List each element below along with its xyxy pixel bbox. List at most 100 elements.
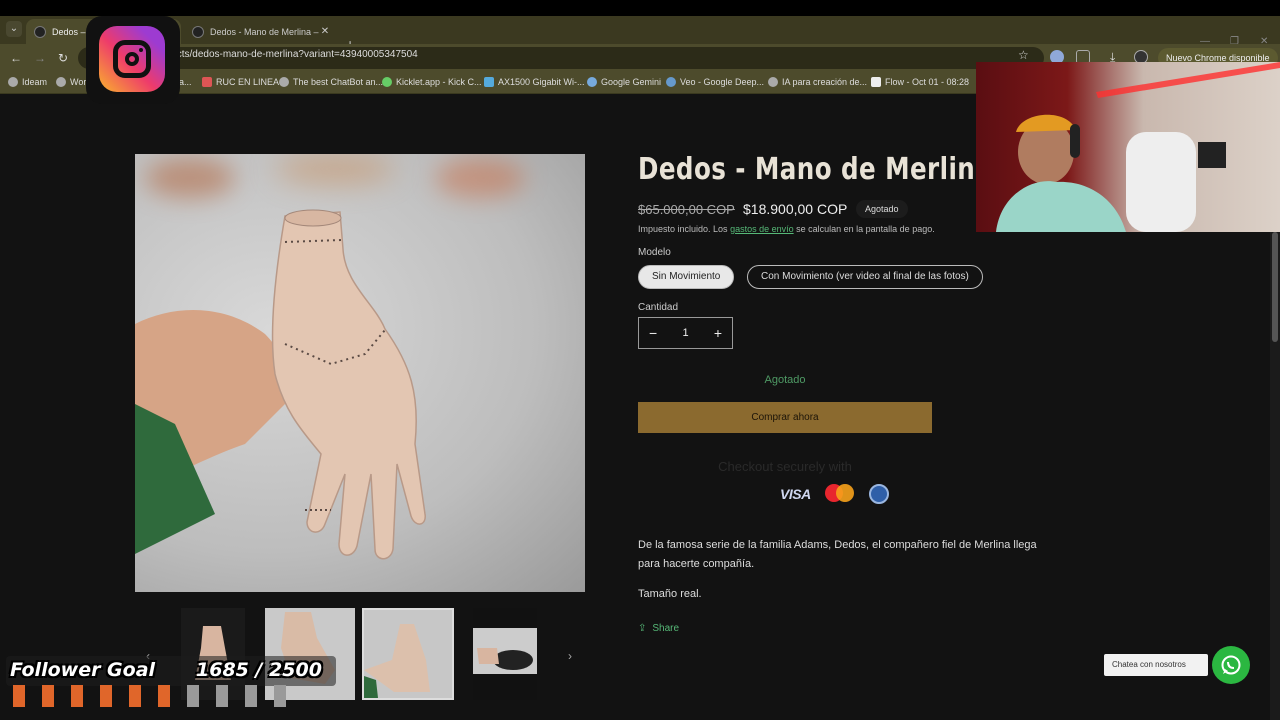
- price-original: $65.000,00 COP: [638, 202, 735, 217]
- bookmark-item[interactable]: The best ChatBot an...: [279, 77, 383, 87]
- favicon-icon: [34, 25, 46, 38]
- thumbnail-4[interactable]: [473, 608, 537, 700]
- goal-segment: [158, 685, 170, 707]
- webcam-overlay: [976, 62, 1280, 232]
- bookmark-star-icon[interactable]: ☆: [1018, 48, 1029, 62]
- tax-note-text: Impuesto incluido. Los: [638, 224, 731, 234]
- bookmark-item[interactable]: Ideam: [8, 77, 47, 87]
- bookmark-item[interactable]: Veo - Google Deep...: [666, 77, 764, 87]
- tab-inactive[interactable]: Dedos - Mano de Merlina – To ✕: [184, 19, 339, 44]
- checkout-securely-text: Checkout securely with: [718, 459, 852, 474]
- whatsapp-button[interactable]: [1212, 646, 1250, 684]
- quantity-increase-button[interactable]: +: [714, 325, 722, 341]
- goal-segment: [216, 685, 228, 707]
- thumbnail-3-selected[interactable]: [362, 608, 454, 700]
- goal-segment: [71, 685, 83, 707]
- bookmark-item[interactable]: IA para creación de...: [768, 77, 867, 87]
- instagram-logo: [86, 16, 180, 104]
- bookmark-label: IA para creación de...: [782, 77, 868, 87]
- follower-goal-count: 1685 / 2500: [196, 659, 322, 681]
- back-icon[interactable]: ←: [10, 51, 22, 65]
- chat-tooltip[interactable]: Chatea con nosotros: [1104, 654, 1208, 676]
- instagram-icon: [99, 26, 165, 92]
- goal-segment: [13, 685, 25, 707]
- bookmark-icon: [484, 77, 494, 87]
- hand-illustration: [135, 209, 426, 560]
- tab-search-icon[interactable]: ⌄: [6, 21, 22, 37]
- quantity-label: Cantidad: [638, 302, 679, 313]
- bookmark-icon: [768, 77, 778, 87]
- goal-segment: [100, 685, 112, 707]
- thumbnail-hand: [364, 624, 430, 698]
- goal-segment: [245, 685, 257, 707]
- whatsapp-icon: [1221, 655, 1241, 675]
- model-label: Modelo: [638, 247, 671, 258]
- quantity-value[interactable]: 1: [682, 327, 688, 339]
- sold-out-badge: Agotado: [856, 200, 908, 218]
- bookmark-icon: [666, 77, 676, 87]
- thumbnail-cat: [473, 628, 537, 674]
- tax-note: Impuesto incluido. Los gastos de envío s…: [638, 224, 935, 234]
- visa-icon: VISA: [780, 486, 811, 502]
- favicon-icon: [192, 25, 204, 38]
- follower-goal-progress: [13, 685, 286, 707]
- bookmark-label: AX1500 Gigabit Wi-...: [498, 77, 585, 87]
- bookmark-item[interactable]: Kicklet.app - Kick C...: [382, 77, 482, 87]
- bookmark-icon: [382, 77, 392, 87]
- bookmark-icon: [202, 77, 212, 87]
- bookmark-item[interactable]: AX1500 Gigabit Wi-...: [484, 77, 585, 87]
- share-icon: ⇪: [638, 623, 647, 634]
- instagram-flash: [139, 48, 143, 52]
- bookmark-label: RUC EN LINEA: [216, 77, 280, 87]
- quantity-stepper: − 1 +: [638, 317, 733, 349]
- reload-icon[interactable]: ↻: [58, 51, 68, 65]
- bookmark-item[interactable]: Flow - Oct 01 - 08:28: [871, 77, 969, 87]
- mastercard-icon: [824, 484, 855, 504]
- mastercard-circle-yellow: [835, 484, 854, 502]
- webcam-scene: [996, 62, 1280, 232]
- bookmark-label: Flow - Oct 01 - 08:28: [885, 77, 970, 87]
- goal-segment: [42, 685, 54, 707]
- buy-now-button[interactable]: Comprar ahora: [638, 402, 932, 433]
- bookmark-item[interactable]: RUC EN LINEA: [202, 77, 279, 87]
- sold-out-text: Agotado: [764, 374, 806, 386]
- gemini-icon: [587, 77, 597, 87]
- quantity-decrease-button[interactable]: −: [649, 325, 657, 341]
- share-label: Share: [652, 623, 680, 634]
- product-description: De la famosa serie de la familia Adams, …: [638, 539, 1037, 570]
- tab-label: Dedos - Mano de Merlina – To: [210, 26, 319, 37]
- bookmark-label: The best ChatBot an...: [293, 77, 384, 87]
- bookmark-label: Kicklet.app - Kick C...: [396, 77, 482, 87]
- instagram-lens: [125, 52, 139, 66]
- follower-goal-title: Follower Goal: [10, 659, 156, 681]
- goal-segment: [187, 685, 199, 707]
- variant-con-movimiento[interactable]: Con Movimiento (ver video al final de la…: [747, 265, 983, 289]
- tab-strip: ⌄ Dedos – Mano ✕ Dedos - Mano de Merlina…: [0, 16, 1280, 52]
- product-title: Dedos - Mano de Merlina: [638, 152, 993, 187]
- thumbnail-next-icon[interactable]: ›: [568, 649, 572, 663]
- bookmark-label: Google Gemini: [601, 77, 662, 87]
- pse-icon: [868, 484, 889, 504]
- share-button[interactable]: ⇪ Share: [638, 623, 679, 634]
- bookmark-icon: [279, 77, 289, 87]
- shipping-link[interactable]: gastos de envío: [730, 224, 794, 234]
- tax-note-text: se calculan en la pantalla de pago.: [793, 224, 935, 234]
- variant-sin-movimiento[interactable]: Sin Movimiento: [638, 265, 735, 289]
- folder-icon: [871, 77, 881, 87]
- bookmark-label: Veo - Google Deep...: [680, 77, 765, 87]
- forward-icon[interactable]: →: [34, 51, 46, 65]
- close-icon[interactable]: ✕: [319, 26, 331, 37]
- goal-segment: [129, 685, 141, 707]
- price-sale: $18.900,00 COP: [743, 201, 848, 217]
- product-size-text: Tamaño real.: [638, 588, 702, 600]
- goal-segment: [274, 685, 286, 707]
- bookmark-label: Ideam: [22, 77, 48, 87]
- bookmark-item[interactable]: Google Gemini: [587, 77, 661, 87]
- scrollbar-thumb[interactable]: [1272, 232, 1278, 342]
- instagram-ring: [113, 40, 151, 78]
- screen-top-bar: [0, 0, 1280, 16]
- payment-methods: VISA: [780, 484, 889, 504]
- globe-icon: [56, 77, 66, 87]
- bookmark-icon: [8, 77, 18, 87]
- product-main-image[interactable]: [135, 154, 585, 592]
